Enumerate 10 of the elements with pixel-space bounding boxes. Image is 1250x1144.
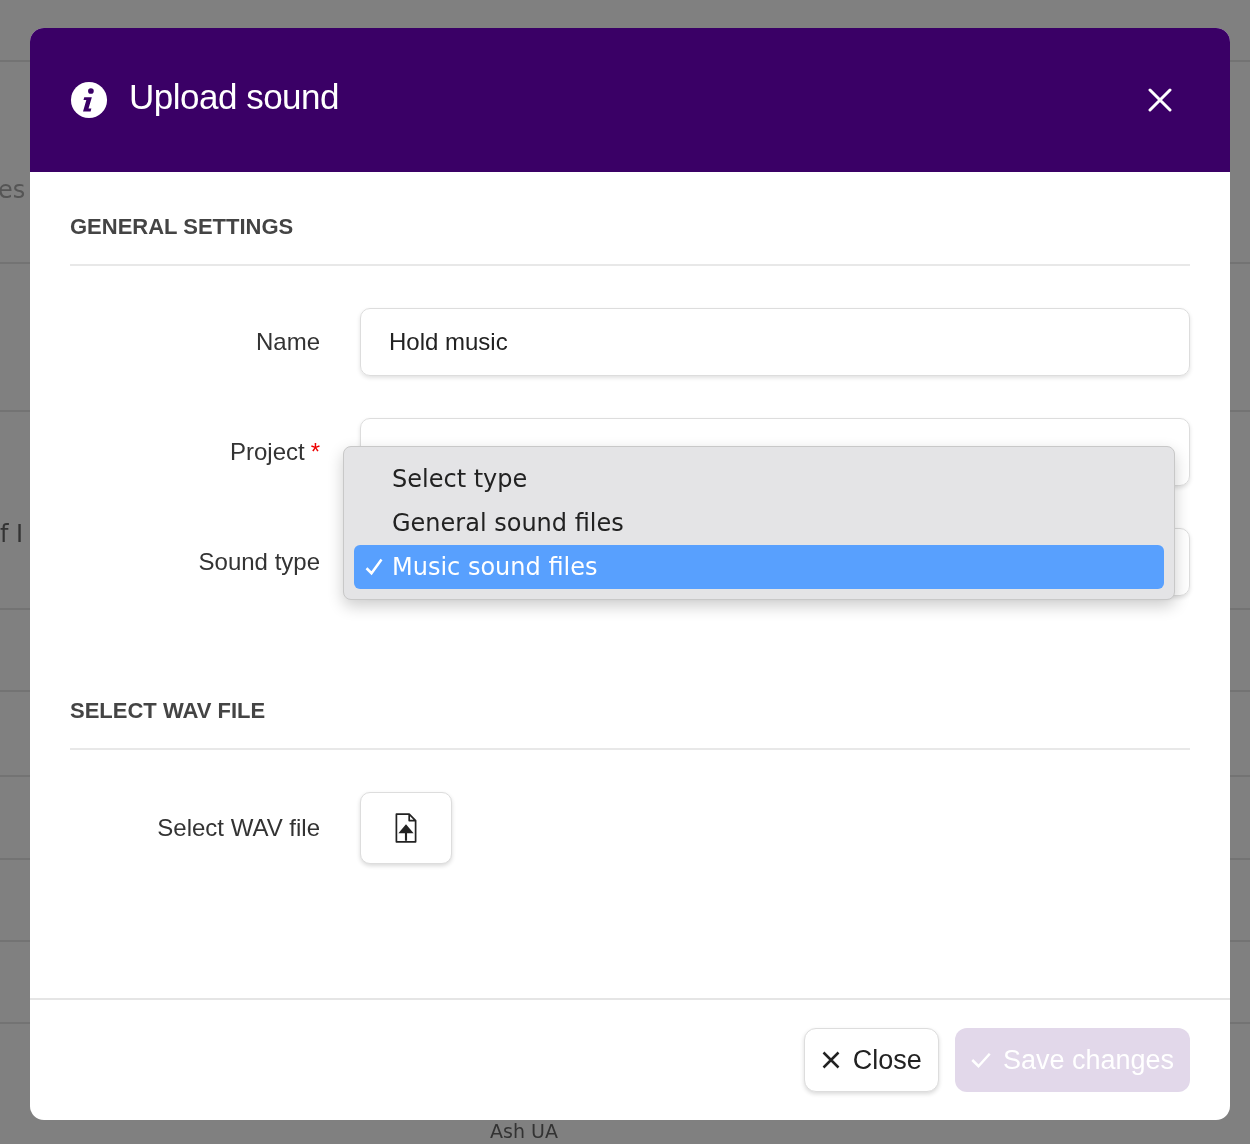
field-label: Sound type [198,548,320,576]
required-asterisk: * [310,438,320,466]
section-heading: SELECT WAV FILE [70,698,267,724]
dialog-title: Upload sound [129,77,340,117]
section-heading: GENERAL SETTINGS [70,214,295,240]
background-text: Ash UA [490,1122,558,1141]
field-label: Name [255,328,320,356]
field-label: Select WAV file [157,814,320,842]
background-text: f I [0,520,24,548]
field-label: Project [229,438,305,466]
